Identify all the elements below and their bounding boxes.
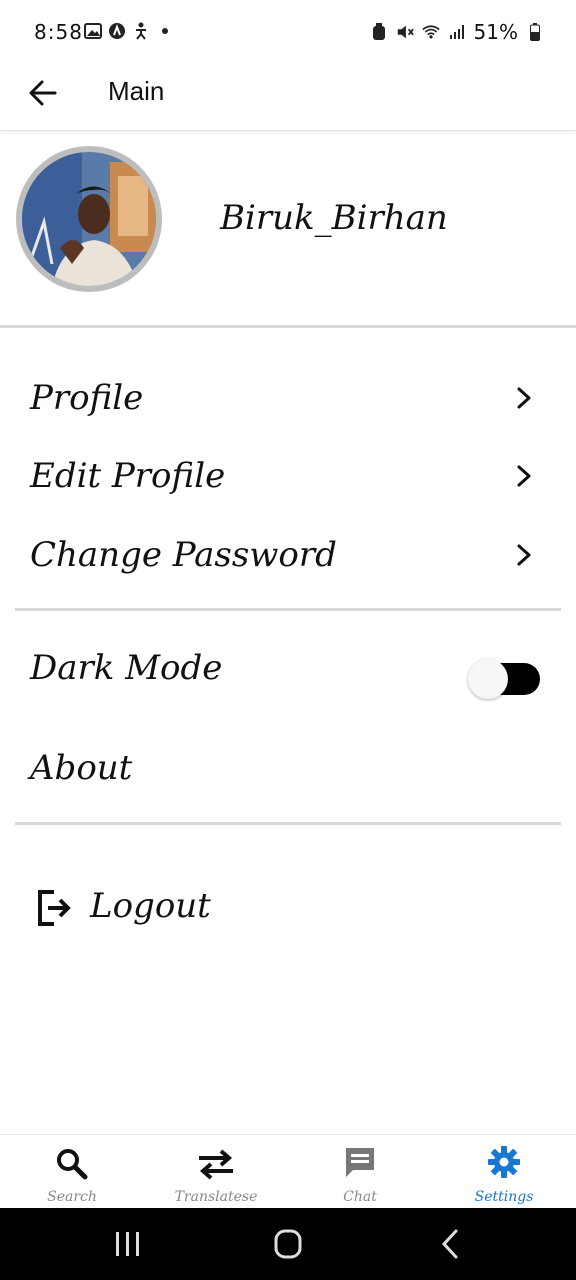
menu-item-label: Change Password — [30, 535, 337, 575]
menu-item-label: About — [30, 748, 133, 788]
logout-label: Logout — [90, 886, 211, 926]
chevron-right-icon — [517, 544, 531, 566]
dot-icon — [156, 22, 174, 40]
system-back-icon[interactable] — [430, 1226, 470, 1262]
nav-item-settings[interactable]: Settings — [432, 1135, 576, 1209]
nav-label: Search — [47, 1189, 97, 1205]
nav-label: Translatese — [174, 1189, 258, 1205]
toggle-knob — [468, 659, 508, 699]
avatar-photo — [22, 152, 156, 286]
nav-item-search[interactable]: Search — [0, 1135, 144, 1209]
battery-icon — [526, 23, 544, 41]
dark-mode-toggle[interactable] — [468, 659, 540, 699]
nav-label: Settings — [474, 1189, 534, 1205]
divider — [0, 325, 576, 328]
status-right: 51% — [370, 20, 544, 44]
menu-item-change-password[interactable]: Change Password — [0, 521, 576, 593]
nav-item-translatese[interactable]: Translatese — [144, 1135, 288, 1209]
accessibility-icon — [132, 22, 150, 40]
nav-item-chat[interactable]: Chat — [288, 1135, 432, 1209]
wifi-icon — [421, 23, 440, 41]
menu-item-profile[interactable]: Profile — [0, 364, 576, 436]
divider — [15, 822, 561, 825]
signal-icon — [448, 23, 466, 41]
status-bar: 8:58 51% — [0, 0, 576, 64]
nav-label: Chat — [343, 1189, 377, 1205]
menu-item-edit-profile[interactable]: Edit Profile — [0, 442, 576, 514]
system-nav-bar — [0, 1208, 576, 1280]
menu-item-label: Edit Profile — [30, 456, 226, 496]
swap-icon — [199, 1149, 233, 1180]
battery-percent: 51% — [473, 20, 518, 44]
home-icon[interactable] — [268, 1226, 308, 1262]
gallery-icon — [84, 22, 102, 40]
page-title: Main — [108, 76, 165, 106]
avatar[interactable] — [16, 146, 162, 292]
app-notification-icon — [108, 22, 126, 40]
arrow-left-icon — [29, 80, 57, 106]
menu-item-label: Dark Mode — [30, 648, 223, 688]
recent-apps-icon[interactable] — [108, 1226, 148, 1262]
chevron-right-icon — [517, 465, 531, 487]
gear-icon — [488, 1146, 520, 1178]
back-button[interactable] — [26, 76, 60, 110]
divider — [15, 608, 561, 611]
logout-button[interactable]: Logout — [30, 880, 250, 940]
search-icon — [57, 1149, 88, 1180]
mute-icon — [396, 23, 414, 41]
chat-icon — [346, 1148, 374, 1177]
alarm-icon — [370, 23, 388, 41]
logout-icon — [38, 890, 71, 926]
app-bar: Main — [0, 64, 576, 131]
menu-item-about[interactable]: About — [0, 734, 576, 806]
status-time: 8:58 — [34, 20, 83, 44]
menu-item-label: Profile — [30, 378, 144, 418]
status-left-icons — [84, 22, 174, 40]
username: Biruk_Birhan — [220, 198, 448, 238]
chevron-right-icon — [517, 387, 531, 409]
bottom-nav: Search Translatese Chat Settings — [0, 1134, 576, 1209]
